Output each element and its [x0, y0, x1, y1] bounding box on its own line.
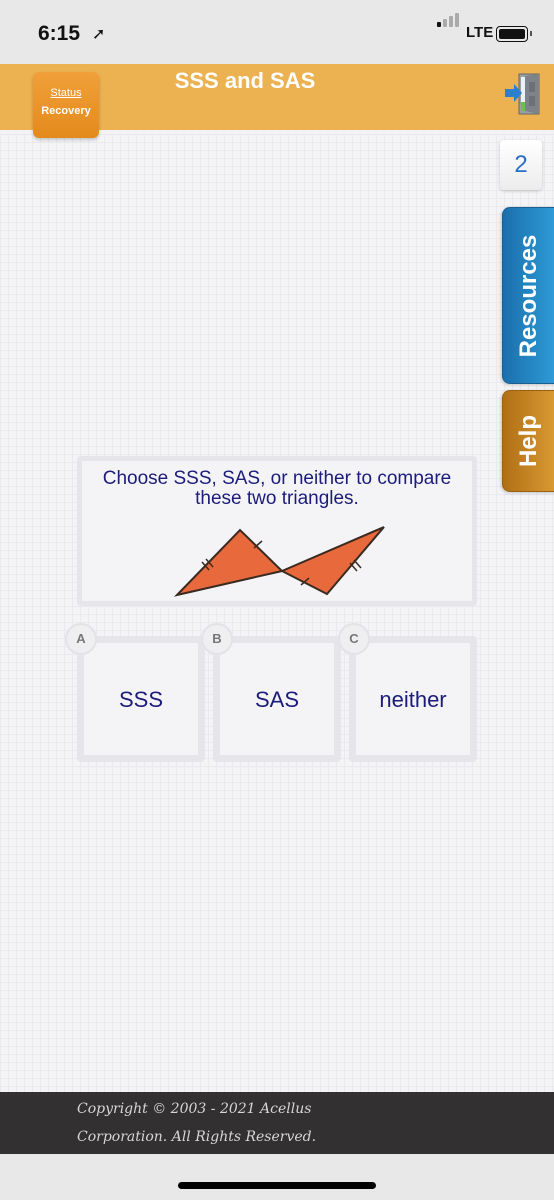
help-label: Help: [515, 414, 542, 468]
choice-b-letter: B: [201, 623, 233, 655]
choice-b[interactable]: SAS: [213, 636, 341, 762]
triangle-left: [173, 528, 285, 597]
help-tab[interactable]: Help: [502, 390, 554, 492]
battery-icon: [496, 26, 528, 42]
location-arrow-icon: ➚: [92, 26, 106, 43]
triangle-right: [279, 526, 385, 596]
choice-c-label: neither: [379, 687, 447, 712]
copyright-line1: Copyright © 2003 - 2021 Acellus: [77, 1101, 312, 1117]
network-label: LTE: [466, 24, 494, 41]
question-text-line2: these two triangles.: [195, 488, 359, 509]
question-text-line1: Choose SSS, SAS, or neither to compare: [102, 468, 452, 489]
resources-tab[interactable]: Resources: [502, 207, 554, 384]
content-area: [0, 134, 554, 1092]
status-recovery-button[interactable]: Status Recovery: [33, 72, 99, 138]
resources-label: Resources: [515, 234, 542, 357]
triangles-figure: [173, 526, 385, 597]
question-text: Choose SSS, SAS, or neither to compare t…: [82, 469, 472, 509]
home-indicator[interactable]: [178, 1182, 376, 1189]
exit-door-icon[interactable]: [503, 72, 543, 116]
recovery-label: Recovery: [41, 105, 91, 117]
status-label: Status: [50, 87, 82, 99]
footer: Copyright © 2003 - 2021 Acellus Corporat…: [0, 1092, 554, 1154]
choice-c[interactable]: neither: [349, 636, 477, 762]
copyright-line2: Corporation. All Rights Reserved.: [77, 1129, 317, 1145]
page-number-badge[interactable]: 2: [500, 140, 542, 190]
choice-c-letter: C: [338, 623, 370, 655]
question-card: Choose SSS, SAS, or neither to compare t…: [77, 456, 477, 606]
status-time: 6:15: [38, 22, 81, 45]
bottom-bar: [0, 1154, 554, 1200]
choice-b-label: SAS: [254, 687, 300, 712]
choice-a-letter: A: [65, 623, 97, 655]
status-bar: 6:15 ➚ LTE: [0, 0, 554, 64]
choice-a-label: SSS: [118, 687, 164, 712]
choice-a[interactable]: SSS: [77, 636, 205, 762]
battery-nub: [530, 31, 532, 36]
